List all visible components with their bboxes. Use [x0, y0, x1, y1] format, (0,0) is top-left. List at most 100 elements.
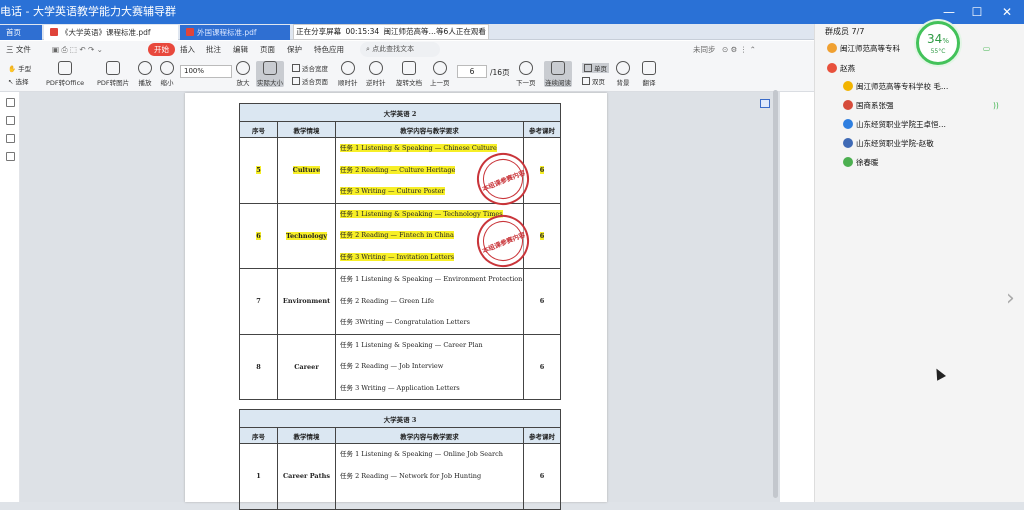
- pdf-to-office-icon: [58, 61, 73, 75]
- member-item[interactable]: 山东经贸职业学院王卓恒…: [815, 115, 1024, 134]
- quick-access-icons[interactable]: ▣ ⎙ ⬚ ↶ ↷ ⌄: [52, 43, 103, 56]
- title-bar: 电话 - 大学英语教学能力大赛辅导群 — ☐ ✕: [0, 0, 1024, 24]
- hand-tool[interactable]: ✋ 手型: [8, 63, 31, 73]
- row-hours: 6: [523, 268, 561, 335]
- thumbnail-icon[interactable]: [6, 98, 15, 107]
- member-item[interactable]: 徐春暖: [815, 153, 1024, 172]
- file-menu[interactable]: 三 文件: [6, 43, 31, 56]
- task-item: 任务 1 Listening & Speaking — Online Job S…: [340, 450, 503, 458]
- panel-toggle-icon[interactable]: [760, 99, 770, 108]
- col-header: 教学内容与教学要求: [335, 427, 524, 444]
- comment-icon[interactable]: [6, 134, 15, 143]
- prev-page-button[interactable]: 上一页: [430, 61, 450, 87]
- zoom-out-icon: [160, 61, 174, 75]
- share-viewers: 闽江师范高等…等6人正在观看: [383, 27, 486, 36]
- avatar: [843, 100, 853, 110]
- translate-icon: [642, 61, 656, 75]
- row-hours: 6: [523, 443, 561, 510]
- double-page-button[interactable]: 双页: [582, 76, 605, 86]
- row-theme: Career Paths: [277, 443, 336, 510]
- table-row: 1 Career Paths 任务 1 Listening & Speaking…: [239, 443, 561, 510]
- background-button[interactable]: 背景: [616, 61, 630, 87]
- left-sidebar: [0, 92, 20, 502]
- menu-page[interactable]: 页面: [260, 43, 275, 56]
- start-tab[interactable]: 开始: [148, 43, 175, 56]
- row-hours: 6: [523, 333, 561, 400]
- member-item[interactable]: 山东经贸职业学院-赵敬: [815, 134, 1024, 153]
- zoom-out-button[interactable]: 缩小: [160, 61, 174, 87]
- close-button[interactable]: ✕: [992, 0, 1022, 24]
- zoom-in-icon: [236, 61, 250, 75]
- pdf-to-image-button[interactable]: PDF转图片: [97, 61, 129, 87]
- group-member-panel: 群成员 7/7 闽江师范高等专科 ▭ 赵燕 闽江师范高等专科学校 毛… 国商系张强…: [814, 24, 1024, 502]
- menu-edit[interactable]: 编辑: [233, 43, 248, 56]
- chevron-right-icon[interactable]: ›: [1006, 286, 1015, 311]
- task-item: 任务 1 Listening & Speaking — Career Plan: [340, 340, 483, 349]
- member-item[interactable]: 赵燕: [815, 59, 1024, 78]
- table-row: 8 Career 任务 1 Listening & Speaking — Car…: [239, 333, 561, 400]
- task-item: 任务 3 Writing — Invitation Letters: [340, 252, 455, 261]
- avatar: [843, 119, 853, 129]
- row-number: 6: [256, 231, 261, 240]
- zoom-select[interactable]: 100%: [180, 65, 232, 78]
- task-item: 任务 1 Listening & Speaking — Technology T…: [340, 209, 503, 218]
- col-header: 教学情境: [277, 427, 336, 444]
- menu-comment[interactable]: 批注: [206, 43, 221, 56]
- member-item[interactable]: 闽江师范高等专科学校 毛…: [815, 77, 1024, 96]
- row-hours: 6: [539, 231, 545, 240]
- sync-status[interactable]: 未同步: [693, 43, 716, 56]
- zoom-in-button[interactable]: 放大: [236, 61, 250, 87]
- actual-size-button[interactable]: 实际大小: [256, 61, 284, 87]
- row-number: 7: [239, 268, 278, 335]
- bookmark-icon[interactable]: [6, 116, 15, 125]
- rotate-cw-button[interactable]: 顺时针: [338, 61, 358, 87]
- task-item: 任务 2 Reading — Culture Heritage: [340, 165, 456, 174]
- avatar: [843, 81, 853, 91]
- arrow-right-icon: [518, 61, 533, 75]
- tab-label: 《大学英语》课程标准.pdf: [61, 28, 151, 37]
- toolbar: ✋ 手型 ↖ 选择 PDF转Office PDF转图片 播放 缩小 100% 放…: [0, 58, 814, 92]
- col-header: 序号: [239, 121, 278, 138]
- task-item: 任务 1 Listening & Speaking — Chinese Cult…: [340, 144, 497, 152]
- member-item[interactable]: 国商系张强)): [815, 96, 1024, 115]
- maximize-button[interactable]: ☐: [962, 0, 992, 24]
- page-number-input[interactable]: 6: [457, 65, 487, 78]
- pdf-to-office-button[interactable]: PDF转Office: [46, 61, 84, 87]
- avatar: [843, 157, 853, 167]
- row-theme: Environment: [277, 268, 336, 335]
- row-theme: Technology: [285, 231, 328, 240]
- image-icon: [106, 61, 121, 75]
- single-page-button[interactable]: 单页: [582, 63, 609, 73]
- rotate-ccw-button[interactable]: 逆时针: [366, 61, 386, 87]
- col-header: 教学情境: [277, 121, 336, 138]
- fit-page-button[interactable]: 适合页面: [292, 76, 328, 86]
- translate-button[interactable]: 翻译: [642, 61, 656, 87]
- search-input[interactable]: ⌕ 点此查找文本: [360, 42, 440, 57]
- tab-foreign-standard[interactable]: 外国课程标准.pdf: [180, 25, 290, 40]
- vertical-scrollbar[interactable]: [773, 90, 778, 498]
- task-item: 任务 3 Writing — Culture Poster: [340, 187, 445, 195]
- document-canvas: 大学英语 2 序号 教学情境 教学内容与教学要求 参考课时 5 Culture …: [20, 92, 780, 510]
- tab-course-standard[interactable]: 《大学英语》课程标准.pdf: [44, 25, 178, 40]
- table-caption: 大学英语 2: [239, 103, 561, 122]
- attachment-icon[interactable]: [6, 152, 15, 161]
- moon-icon: [616, 61, 630, 75]
- screen-share-banner: 正在分享屏幕 00:15:34 闽江师范高等…等6人正在观看: [293, 24, 489, 40]
- rotate-ccw-icon: [368, 61, 383, 75]
- select-tool[interactable]: ↖ 选择: [8, 76, 29, 86]
- fit-width-button[interactable]: 适合宽度: [292, 63, 328, 73]
- settings-icons[interactable]: ⊙ ⚙ ⋮ ⌃: [722, 43, 756, 56]
- col-header: 参考课时: [523, 427, 561, 444]
- play-button[interactable]: 播放: [138, 61, 152, 87]
- continuous-read-button[interactable]: 连续阅读: [544, 61, 572, 87]
- next-page-button[interactable]: 下一页: [516, 61, 536, 87]
- tab-home[interactable]: 首页: [0, 25, 42, 40]
- rotate-doc-button[interactable]: 旋转文档: [396, 61, 422, 87]
- cpu-usage-gauge[interactable]: 34% 55°C: [916, 21, 960, 65]
- menu-insert[interactable]: 插入: [180, 43, 195, 56]
- task-item: 任务 2 Reading — Network for Job Hunting: [340, 471, 482, 480]
- right-panel-strip: [780, 92, 814, 502]
- menu-protect[interactable]: 保护: [287, 43, 302, 56]
- rotate-cw-icon: [340, 61, 355, 75]
- menu-features[interactable]: 特色应用: [314, 43, 344, 56]
